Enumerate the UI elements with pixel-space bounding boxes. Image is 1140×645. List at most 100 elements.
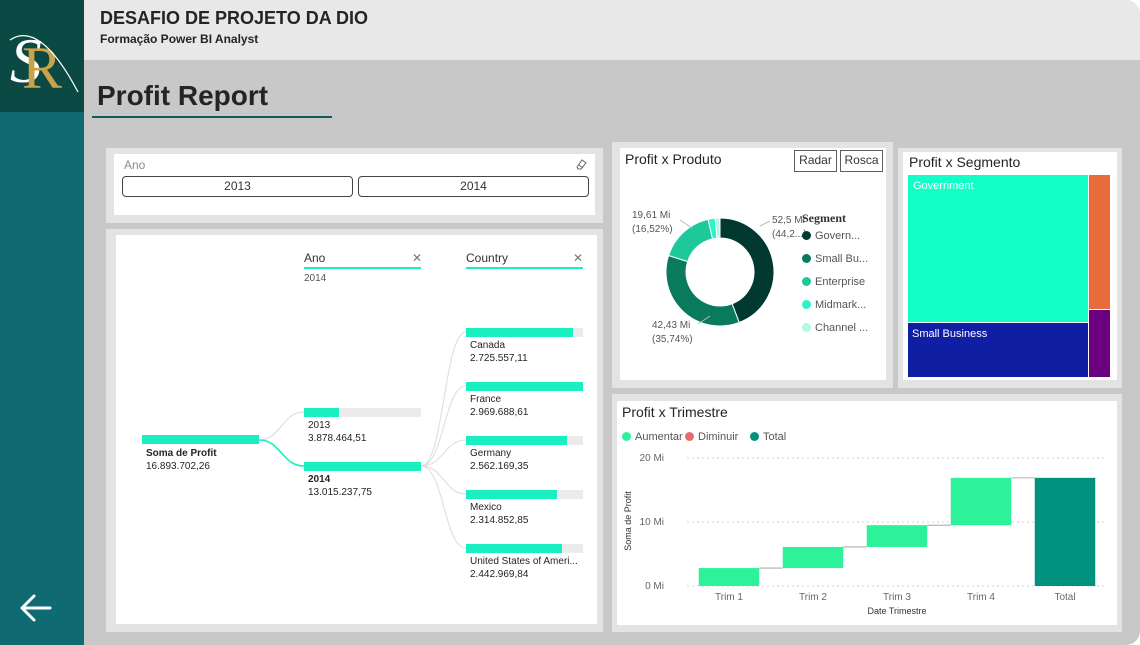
ano-slicer: Ano 2013 2014 — [114, 154, 595, 215]
y-tick-label: 10 Mi — [640, 517, 664, 528]
slicer-option-2013[interactable]: 2013 — [122, 176, 353, 197]
waterfall-bar-trim-2 — [782, 546, 844, 569]
legend-item-3[interactable]: Midmark... — [802, 299, 866, 311]
title-underline — [92, 116, 332, 118]
legend-dot — [802, 300, 811, 309]
legend-item-2[interactable]: Enterprise — [802, 276, 865, 288]
profit-segmento-card: Profit x Segmento Government Small Busin… — [903, 152, 1117, 380]
donut-data-label: 52,5 Mi — [772, 215, 805, 226]
x-tick-label: Total — [1054, 592, 1075, 603]
close-icon[interactable]: ✕ — [573, 251, 583, 265]
profit-trimestre-card: Profit x Trimestre Aumentar Diminuir Total… — [617, 401, 1117, 625]
dt-root-bar[interactable] — [142, 435, 259, 444]
dt-header-country: Country — [466, 251, 509, 265]
dt-year-label: 2014 13.015.237,75 — [308, 473, 372, 499]
y-tick-label: 0 Mi — [645, 581, 664, 592]
legend-dot — [802, 323, 811, 332]
x-axis-title: Date Trimestre — [867, 606, 926, 616]
produto-panel: Profit x Produto Radar Rosca 52,5 Mi (44,… — [612, 142, 893, 388]
donut-data-label-pct: (35,74%) — [652, 334, 693, 345]
decomposition-panel: Ano ✕ 2014 Country ✕ Soma de Profit 16.8… — [106, 229, 603, 632]
treemap-channel-partners[interactable] — [1089, 310, 1110, 377]
legend-dot — [802, 231, 811, 240]
treemap-label-government: Government — [913, 180, 974, 192]
dt-country-bar[interactable] — [466, 544, 562, 553]
legend-label: Enterprise — [815, 276, 866, 288]
sr-monogram-logo: S R — [9, 25, 79, 101]
report-canvas: S R DESAFIO DE PROJETO DA DIO Formação P… — [0, 0, 1140, 645]
legend-label: Govern... — [815, 230, 861, 242]
close-icon[interactable]: ✕ — [412, 251, 422, 265]
dt-header-underline — [466, 267, 583, 269]
waterfall-bar-trim-3 — [866, 525, 928, 547]
dt-connector — [258, 439, 305, 467]
waterfall-bar-total — [1034, 477, 1096, 586]
dt-country-bar[interactable] — [466, 436, 567, 445]
dt-year-value: 13.015.237,75 — [308, 487, 372, 498]
dt-country-name: Mexico — [470, 502, 502, 513]
slicer-label: Ano — [124, 158, 146, 172]
dt-connector — [258, 411, 305, 441]
legend-item-1[interactable]: Small Bu... — [802, 253, 868, 265]
dt-header-underline — [304, 267, 421, 269]
trimestre-panel: Profit x Trimestre Aumentar Diminuir Total… — [612, 394, 1122, 632]
dt-selection-ano: 2014 — [304, 273, 327, 284]
x-tick-label: Trim 3 — [883, 592, 911, 603]
logo: S R — [0, 0, 84, 112]
profit-produto-card: Profit x Produto Radar Rosca 52,5 Mi (44,… — [620, 148, 886, 380]
donut-data-label: 42,43 Mi — [652, 320, 690, 331]
donut-leader-line — [759, 220, 771, 227]
dt-root-name: Soma de Profit — [146, 448, 217, 459]
x-tick-label: Trim 2 — [799, 592, 827, 603]
dt-country-bar[interactable] — [466, 382, 583, 391]
dt-country-value: 2.562.169,35 — [470, 461, 529, 472]
dt-country-value: 2.314.852,85 — [470, 515, 529, 526]
slicer-panel: Ano 2013 2014 — [106, 148, 603, 223]
treemap-government[interactable] — [908, 175, 1088, 322]
dt-connector — [420, 465, 467, 495]
dt-country-label: France 2.969.688,61 — [470, 393, 528, 419]
dt-country-name: France — [470, 394, 502, 405]
treemap-enterprise[interactable] — [1089, 175, 1110, 309]
dt-year-bar[interactable] — [304, 408, 339, 417]
y-tick-label: 20 Mi — [640, 453, 664, 464]
dt-year-name: 2013 — [308, 420, 331, 431]
treemap-label-small-business: Small Business — [912, 328, 988, 340]
legend-label: Small Bu... — [815, 253, 869, 265]
donut-data-label: 19,61 Mi — [632, 210, 670, 221]
slicer-option-2014[interactable]: 2014 — [358, 176, 589, 197]
legend-item-0[interactable]: Govern... — [802, 230, 860, 242]
dt-year-value: 3.878.464,51 — [308, 433, 367, 444]
dt-country-label: Canada 2.725.557,11 — [470, 339, 528, 365]
legend-item-4[interactable]: Channel ... — [802, 322, 868, 334]
dt-connector — [420, 331, 467, 467]
dt-connector — [420, 465, 467, 549]
eraser-icon[interactable] — [575, 158, 587, 170]
dt-country-label: Mexico 2.314.852,85 — [470, 501, 528, 527]
dt-country-name: Canada — [470, 340, 506, 351]
dt-year-name: 2014 — [308, 474, 331, 485]
dt-country-value: 2.442.969,84 — [470, 569, 529, 580]
segment-legend-title: Segment — [802, 211, 846, 225]
y-axis-title: Soma de Profit — [623, 491, 633, 551]
header-title: DESAFIO DE PROJETO DA DIO — [100, 8, 369, 28]
dt-country-bar[interactable] — [466, 328, 573, 337]
waterfall-bar-trim-4 — [950, 477, 1012, 526]
legend-dot — [802, 277, 811, 286]
dt-country-bar[interactable] — [466, 490, 557, 499]
dt-country-name: United States of Ameri... — [470, 556, 578, 567]
dt-year-label: 2013 3.878.464,51 — [308, 419, 366, 445]
page-title: Profit Report — [97, 80, 269, 111]
donut-slice-small-business — [665, 254, 740, 327]
x-tick-label: Trim 1 — [715, 592, 743, 603]
dt-country-label: Germany 2.562.169,35 — [470, 447, 528, 473]
dt-root-label: Soma de Profit 16.893.702,26 — [146, 447, 217, 473]
back-arrow-icon[interactable] — [18, 590, 54, 626]
donut-slice-enterprise — [667, 218, 714, 263]
dt-country-label: United States of Ameri... 2.442.969,84 — [470, 555, 578, 581]
waterfall-chart[interactable]: 0 Mi 10 Mi 20 Mi Trim 1 Trim 2 Trim 3 Trim 4 To… — [617, 401, 1117, 625]
header: DESAFIO DE PROJETO DA DIO Formação Power… — [84, 0, 1140, 60]
segmento-title: Profit x Segmento — [909, 154, 1021, 170]
x-tick-label: Trim 4 — [967, 592, 995, 603]
dt-year-bar[interactable] — [304, 462, 421, 471]
